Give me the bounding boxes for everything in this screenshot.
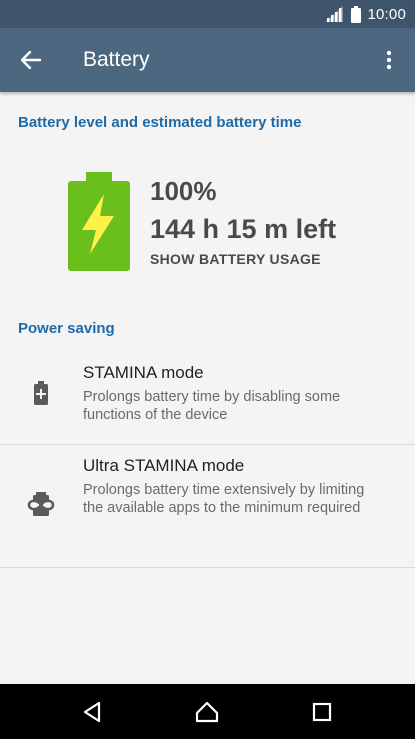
show-battery-usage-link[interactable]: SHOW BATTERY USAGE — [150, 251, 321, 267]
item-title: Ultra STAMINA mode — [83, 456, 245, 475]
more-vert-icon — [386, 50, 392, 70]
item-description: Prolongs battery time extensively by lim… — [83, 482, 365, 516]
arrow-back-icon — [21, 51, 41, 69]
battery-section-header: Battery level and estimated battery time — [18, 114, 302, 131]
battery-time-left: 144 h 15 m left — [150, 214, 337, 244]
status-time: 10:00 — [367, 5, 406, 23]
battery-icon — [351, 5, 362, 23]
item-description: Prolongs battery time by disabling some … — [83, 389, 341, 423]
power-saving-header: Power saving — [18, 320, 115, 337]
signal-icon — [325, 6, 344, 22]
battery-percent: 100% — [150, 176, 217, 206]
divider — [0, 567, 415, 568]
status-bar: 10:00 — [0, 0, 415, 28]
back-button[interactable] — [16, 46, 46, 74]
list-item-ultra-stamina-mode[interactable]: Ultra STAMINA mode Prolongs battery time… — [0, 445, 415, 567]
nav-home-button[interactable] — [194, 699, 220, 725]
battery-plus-icon — [26, 378, 56, 408]
nav-recent-icon — [312, 702, 332, 722]
infinity-battery-icon — [26, 489, 56, 519]
navigation-bar — [0, 684, 415, 739]
battery-screen: 10:00 Battery Battery level and estimate… — [0, 0, 415, 739]
nav-recent-button[interactable] — [309, 699, 335, 725]
page-title: Battery — [83, 48, 150, 71]
item-title: STAMINA mode — [83, 363, 204, 382]
nav-back-icon — [83, 701, 101, 723]
more-options-button[interactable] — [377, 46, 401, 74]
nav-home-icon — [195, 701, 219, 723]
app-bar: Battery — [0, 28, 415, 92]
list-item-stamina-mode[interactable]: STAMINA mode Prolongs battery time by di… — [0, 352, 415, 444]
nav-back-button[interactable] — [79, 699, 105, 725]
battery-charging-icon — [68, 172, 130, 271]
